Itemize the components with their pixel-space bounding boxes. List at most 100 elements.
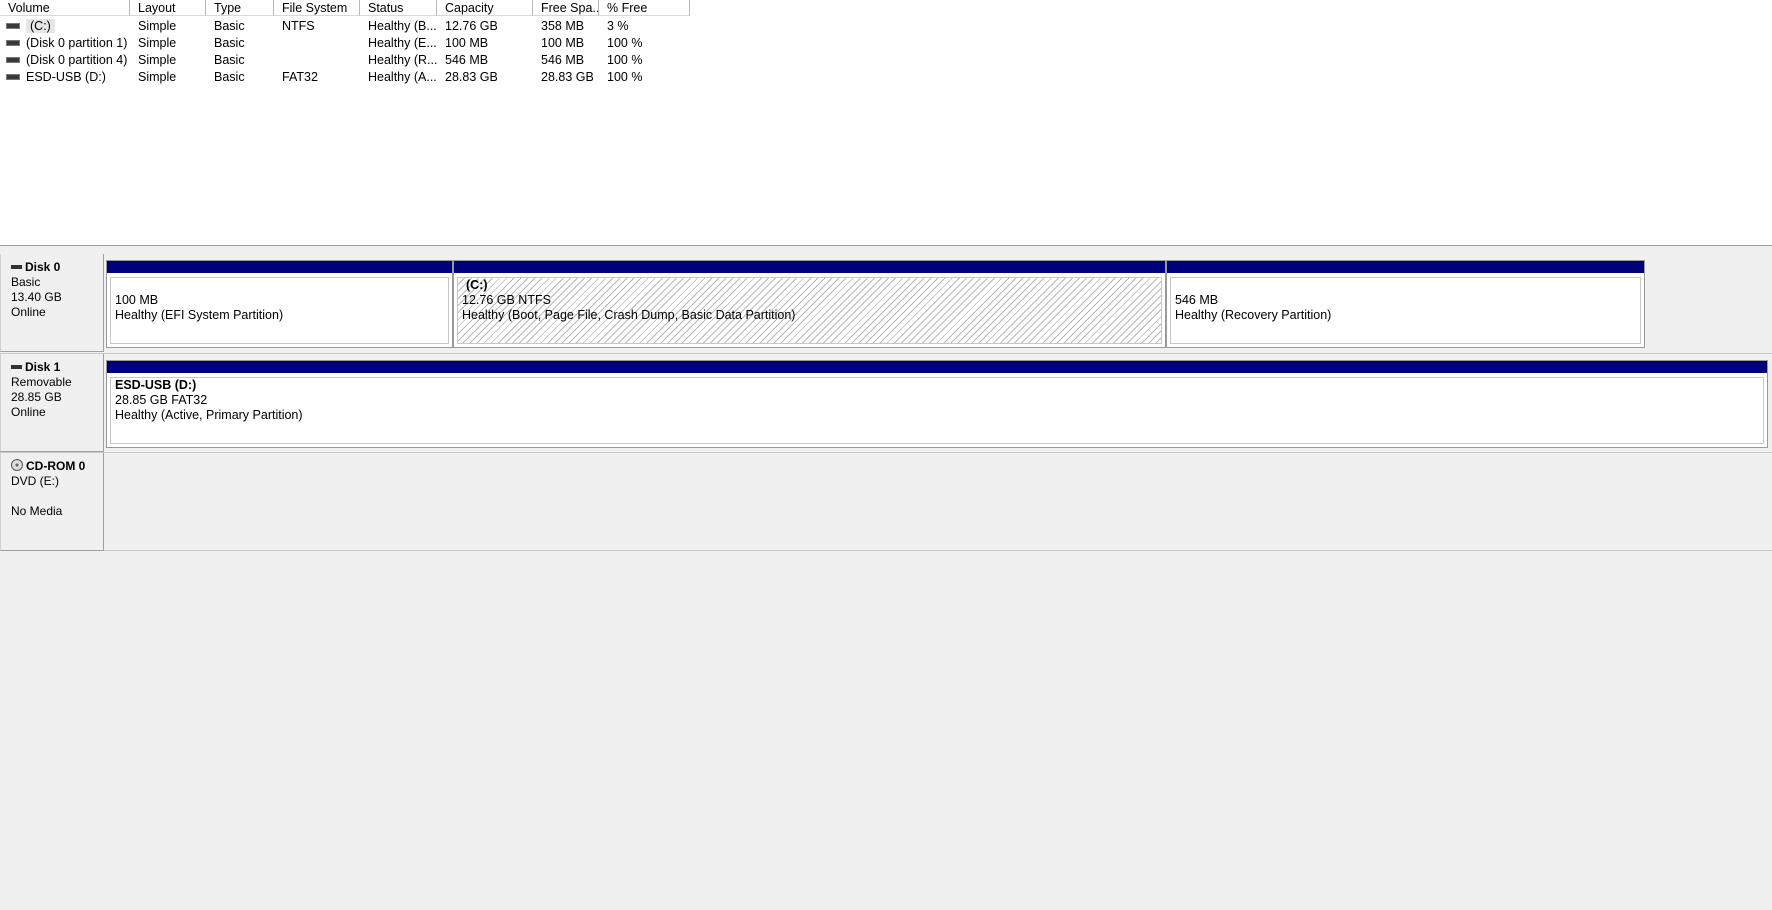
- partition-status: Healthy (Active, Primary Partition): [115, 408, 303, 422]
- percent-free-cell: 100 %: [607, 53, 643, 67]
- free-space-cell: 358 MB: [541, 19, 585, 33]
- partition-size: 546 MB: [1175, 293, 1219, 307]
- partition-name: [1175, 278, 1640, 293]
- free-space-cell: 546 MB: [541, 53, 585, 67]
- file-system-cell: [274, 52, 360, 69]
- layout-cell: Simple: [138, 36, 177, 50]
- column-header-file-system[interactable]: File System: [274, 0, 360, 16]
- layout-cell: Simple: [138, 70, 177, 84]
- partition-body: 546 MB Healthy (Recovery Partition): [1170, 277, 1641, 344]
- partition-esd-usb[interactable]: ESD-USB (D:) 28.85 GB FAT32 Healthy (Act…: [106, 360, 1768, 448]
- partition-body: 100 MB Healthy (EFI System Partition): [110, 277, 449, 344]
- partition-name: ESD-USB (D:): [115, 378, 197, 392]
- file-system-cell: NTFS: [282, 19, 315, 33]
- status-cell: Healthy (E...: [368, 36, 437, 50]
- disk-icon: [11, 364, 22, 369]
- partition-size: 100 MB: [115, 293, 159, 307]
- volume-cell: (Disk 0 partition 1): [0, 35, 130, 52]
- partition-status: Healthy (Recovery Partition): [1175, 308, 1332, 322]
- drive-icon: [6, 39, 20, 46]
- type-cell: Basic: [214, 19, 245, 33]
- disk-icon: [11, 264, 22, 269]
- volume-cell: (Disk 0 partition 4): [0, 52, 130, 69]
- column-header-capacity[interactable]: Capacity: [437, 0, 533, 16]
- volume-name: (Disk 0 partition 1): [26, 36, 128, 50]
- capacity-cell: 12.76 GB: [445, 19, 498, 33]
- disk-kind: DVD (E:): [11, 474, 59, 488]
- partition-status: Healthy (Boot, Page File, Crash Dump, Ba…: [462, 308, 796, 322]
- table-row[interactable]: (Disk 0 partition 4) Simple Basic Health…: [0, 52, 1772, 69]
- disk-kind: Basic: [11, 275, 41, 289]
- partition-size: 28.85 GB FAT32: [115, 393, 208, 407]
- disk-row-disk-1: Disk 1 Removable 28.85 GB Online ESD-USB…: [0, 354, 1772, 452]
- disk-label-disk-0[interactable]: Disk 0 Basic 13.40 GB Online: [0, 254, 104, 352]
- table-row[interactable]: (C:) Simple Basic NTFS Healthy (B... 12.…: [0, 18, 1772, 35]
- table-row[interactable]: (Disk 0 partition 1) Simple Basic Health…: [0, 35, 1772, 52]
- volume-cell: (C:): [0, 18, 130, 35]
- status-cell: Healthy (B...: [368, 19, 437, 33]
- type-cell: Basic: [214, 36, 245, 50]
- disk-row-cdrom-0: CD-ROM 0 DVD (E:) No Media: [0, 453, 1772, 551]
- pane-splitter[interactable]: [0, 246, 1772, 249]
- table-row[interactable]: ESD-USB (D:) Simple Basic FAT32 Healthy …: [0, 69, 1772, 86]
- volume-list[interactable]: Volume Layout Type File System Status Ca…: [0, 0, 1772, 246]
- column-header-row: Volume Layout Type File System Status Ca…: [0, 0, 1772, 17]
- column-header-free-space[interactable]: Free Spa...: [533, 0, 599, 16]
- partition-size: 12.76 GB NTFS: [462, 293, 551, 307]
- file-system-cell: [274, 35, 360, 52]
- free-space-cell: 100 MB: [541, 36, 585, 50]
- disk-size: 28.85 GB: [11, 390, 62, 404]
- capacity-cell: 28.83 GB: [445, 70, 498, 84]
- status-cell: Healthy (R...: [368, 53, 437, 67]
- file-system-cell: FAT32: [282, 70, 318, 84]
- partition-body: ESD-USB (D:) 28.85 GB FAT32 Healthy (Act…: [110, 377, 1764, 444]
- cdrom-icon: [11, 459, 23, 472]
- volume-name: ESD-USB (D:): [26, 70, 106, 84]
- capacity-cell: 100 MB: [445, 36, 489, 50]
- percent-free-cell: 3 %: [607, 19, 629, 33]
- disk-kind: Removable: [11, 375, 72, 389]
- disk-title: CD-ROM 0: [11, 459, 103, 474]
- partition-body: (C:) 12.76 GB NTFS Healthy (Boot, Page F…: [457, 277, 1162, 344]
- disk-label-cdrom-0[interactable]: CD-ROM 0 DVD (E:) No Media: [0, 453, 104, 551]
- layout-cell: Simple: [138, 19, 177, 33]
- column-header-volume[interactable]: Volume: [0, 0, 130, 16]
- percent-free-cell: 100 %: [607, 36, 643, 50]
- percent-free-cell: 100 %: [607, 70, 643, 84]
- layout-cell: Simple: [138, 53, 177, 67]
- column-header-type[interactable]: Type: [206, 0, 274, 16]
- partition-bar: [107, 361, 1767, 373]
- capacity-cell: 546 MB: [445, 53, 489, 67]
- partition-recovery[interactable]: 546 MB Healthy (Recovery Partition): [1166, 260, 1645, 348]
- disk-state: No Media: [11, 504, 63, 518]
- disk-state: Online: [11, 305, 46, 319]
- volume-cell: ESD-USB (D:): [0, 69, 130, 86]
- column-header-percent-free[interactable]: % Free: [599, 0, 690, 16]
- disk-title: Disk 0: [11, 260, 103, 275]
- partition-bar: [1167, 261, 1644, 273]
- column-header-status[interactable]: Status: [360, 0, 437, 16]
- status-cell: Healthy (A...: [368, 70, 437, 84]
- type-cell: Basic: [214, 53, 245, 67]
- disk-row-disk-0: Disk 0 Basic 13.40 GB Online 100 MB Heal…: [0, 254, 1772, 352]
- volume-name: (Disk 0 partition 4): [26, 53, 128, 67]
- partition-bar: [107, 261, 452, 273]
- drive-icon: [6, 22, 20, 29]
- partition-c[interactable]: (C:) 12.76 GB NTFS Healthy (Boot, Page F…: [453, 260, 1166, 348]
- drive-icon: [6, 56, 20, 63]
- disk-title: Disk 1: [11, 360, 103, 375]
- cdrom-media-area[interactable]: [104, 453, 1772, 551]
- disk-size: 13.40 GB: [11, 290, 62, 304]
- free-space-cell: 28.83 GB: [541, 70, 594, 84]
- partition-bar: [454, 261, 1165, 273]
- type-cell: Basic: [214, 70, 245, 84]
- drive-icon: [6, 73, 20, 80]
- volume-name: (C:): [26, 19, 55, 33]
- partition-status: Healthy (EFI System Partition): [115, 308, 284, 322]
- disk-label-disk-1[interactable]: Disk 1 Removable 28.85 GB Online: [0, 354, 104, 452]
- partition-name: [115, 278, 448, 293]
- partition-efi[interactable]: 100 MB Healthy (EFI System Partition): [106, 260, 453, 348]
- disk-size: [11, 489, 103, 504]
- column-header-layout[interactable]: Layout: [130, 0, 206, 16]
- partition-name: (C:): [466, 278, 488, 292]
